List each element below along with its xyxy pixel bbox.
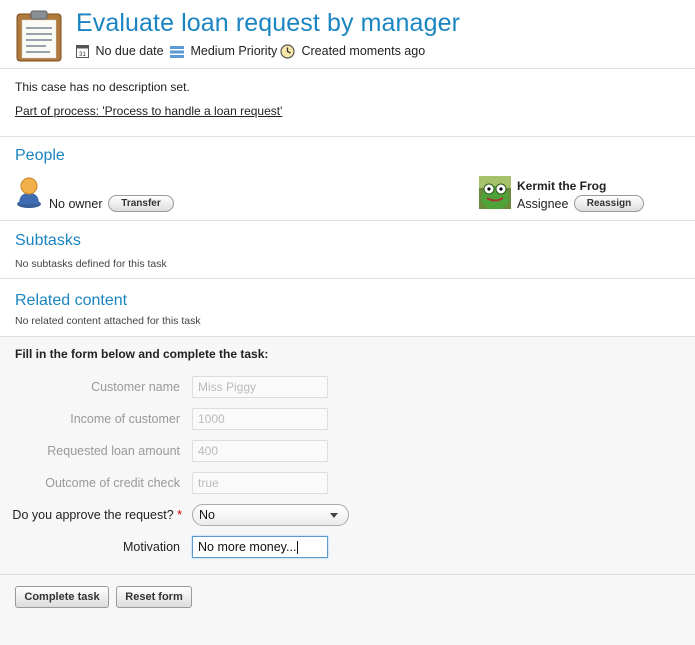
text-caret <box>297 541 299 555</box>
user-icon <box>17 177 41 208</box>
divider <box>0 278 695 279</box>
motivation-input[interactable]: No more money... <box>192 536 328 558</box>
avatar <box>479 176 511 209</box>
complete-task-button[interactable]: Complete task <box>15 586 109 608</box>
priority: Medium Priority <box>170 44 277 58</box>
income-field: 1000 <box>192 408 328 430</box>
credit-check-label: Outcome of credit check <box>45 476 180 490</box>
subtasks-title: Subtasks <box>15 232 81 249</box>
motivation-value: No more money... <box>198 540 297 554</box>
svg-text:31: 31 <box>79 52 86 58</box>
due-date-text: No due date <box>95 44 164 58</box>
divider <box>0 220 695 221</box>
task-header: Evaluate loan request by manager 31 No d… <box>0 0 695 68</box>
divider <box>0 68 695 69</box>
created-text: Created moments ago <box>301 44 426 58</box>
customer-name-label: Customer name <box>91 380 180 394</box>
chevron-down-icon <box>330 513 338 518</box>
people-title: People <box>15 147 65 164</box>
reset-form-button[interactable]: Reset form <box>116 586 192 608</box>
approve-select-value: No <box>199 508 215 522</box>
reassign-button[interactable]: Reassign <box>574 195 644 212</box>
calendar-icon: 31 <box>76 45 89 59</box>
related-title: Related content <box>15 292 128 309</box>
task-title: Evaluate loan request by manager <box>76 9 460 37</box>
approve-label: Do you approve the request? * <box>12 508 182 522</box>
clipboard-icon <box>16 10 62 62</box>
priority-icon <box>170 45 184 58</box>
required-mark: * <box>177 508 182 522</box>
transfer-button[interactable]: Transfer <box>108 195 174 212</box>
divider <box>0 136 695 137</box>
owner-text: No owner <box>49 197 103 211</box>
motivation-label: Motivation <box>123 540 180 554</box>
due-date: 31 No due date <box>76 44 164 59</box>
task-description: This case has no description set. <box>15 80 190 94</box>
form-heading: Fill in the form below and complete the … <box>15 347 269 361</box>
divider <box>0 574 695 575</box>
loan-amount-field: 400 <box>192 440 328 462</box>
priority-text: Medium Priority <box>190 44 278 58</box>
approve-select[interactable]: No <box>192 504 349 526</box>
process-link[interactable]: Part of process: 'Process to handle a lo… <box>15 104 282 118</box>
subtasks-empty: No subtasks defined for this task <box>15 258 167 270</box>
created: Created moments ago <box>280 44 425 59</box>
credit-check-field: true <box>192 472 328 494</box>
approve-label-text: Do you approve the request? <box>12 508 174 522</box>
income-label: Income of customer <box>70 412 180 426</box>
related-empty: No related content attached for this tas… <box>15 315 201 327</box>
assignee-name: Kermit the Frog <box>517 179 607 193</box>
clock-icon <box>280 44 295 59</box>
loan-amount-label: Requested loan amount <box>47 444 180 458</box>
customer-name-field: Miss Piggy <box>192 376 328 398</box>
assignee-role: Assignee <box>517 197 569 211</box>
